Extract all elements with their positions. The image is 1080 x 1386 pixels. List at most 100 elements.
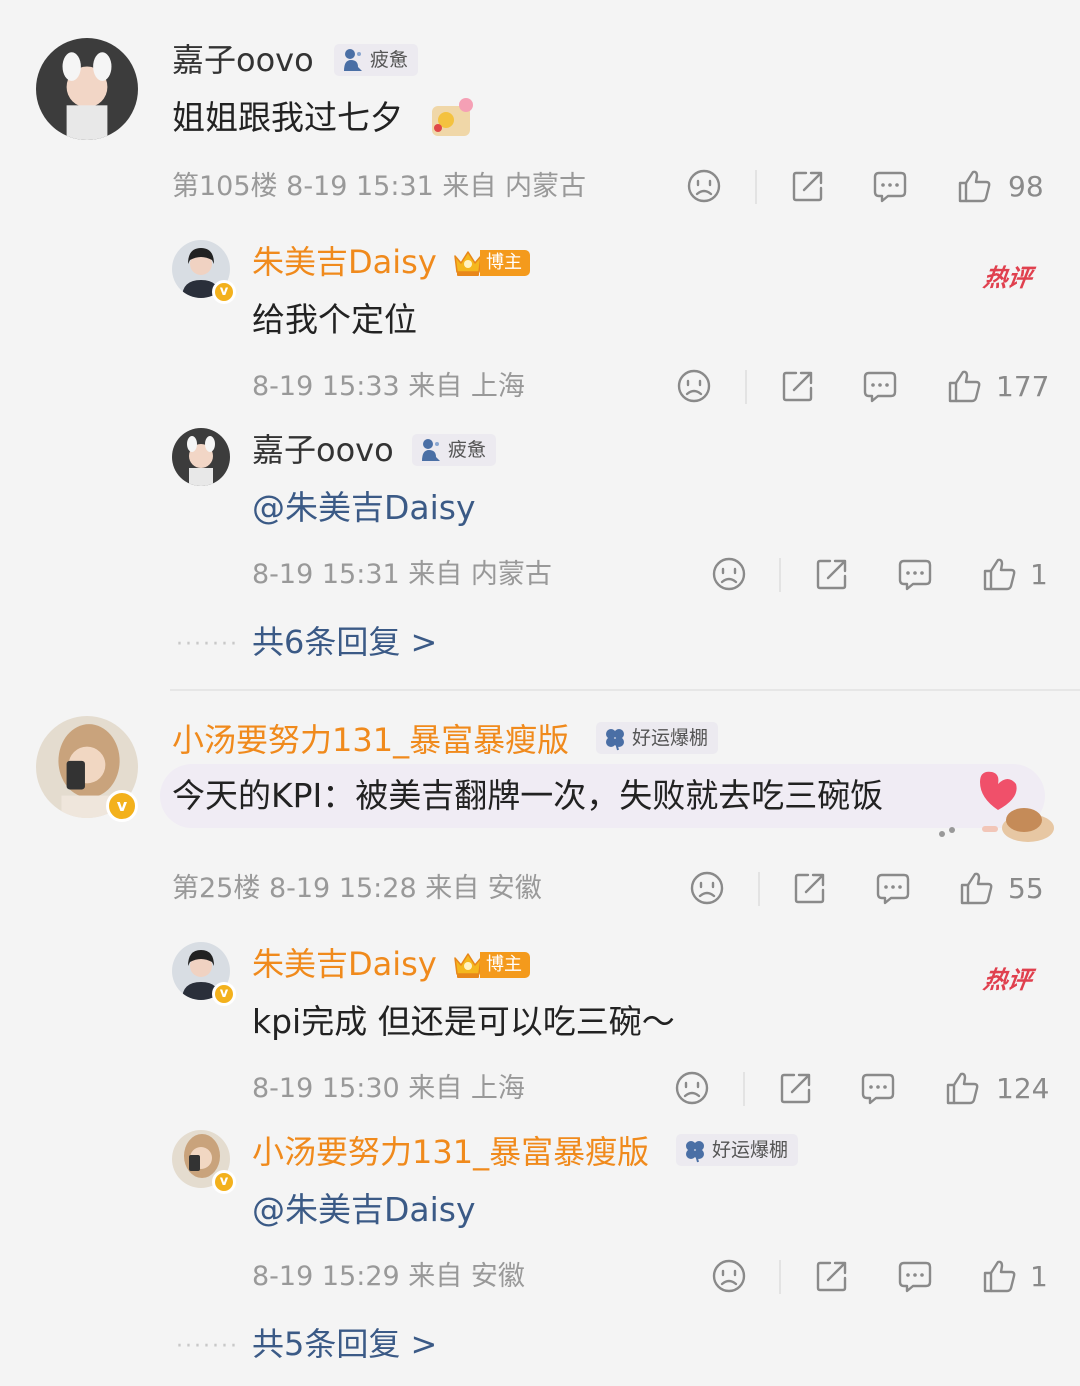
comment-text-content: 姐姐跟我过七夕	[172, 98, 403, 137]
more-replies-link[interactable]: 共5条回复 >	[252, 1324, 437, 1364]
share-icon	[780, 368, 816, 404]
blogger-badge: 博主	[452, 950, 530, 980]
share-button[interactable]	[814, 1258, 850, 1294]
reply-button[interactable]	[897, 556, 933, 592]
dislike-button[interactable]	[689, 870, 725, 906]
mention-link[interactable]: @朱美吉Daisy	[252, 1188, 476, 1232]
timestamp-location: 8-19 15:30 来自 上海	[252, 1073, 525, 1104]
like-count: 1	[1030, 558, 1048, 591]
reply-button[interactable]	[897, 1258, 933, 1294]
comment-text: 姐姐跟我过七夕	[172, 96, 403, 140]
comment-text: kpi完成 但还是可以吃三碗～	[252, 1002, 675, 1041]
like-button[interactable]	[958, 870, 994, 906]
share-icon	[778, 1070, 814, 1106]
like-count: 98	[1008, 170, 1044, 203]
username[interactable]: 嘉子oovo	[172, 40, 314, 80]
dislike-button[interactable]	[674, 1070, 710, 1106]
username[interactable]: 小汤要努力131_暴富暴瘦版	[252, 1132, 649, 1172]
share-button[interactable]	[792, 870, 828, 906]
user-tag-label: 疲惫	[448, 439, 487, 461]
hot-comment-badge: 热评	[981, 966, 1034, 994]
reply-button[interactable]	[862, 368, 898, 404]
comment-icon	[875, 870, 911, 906]
username[interactable]: 朱美吉Daisy	[252, 944, 437, 984]
blogger-badge-label: 博主	[480, 250, 530, 276]
sad-face-icon	[711, 1258, 747, 1294]
share-button[interactable]	[790, 168, 826, 204]
share-icon	[814, 1258, 850, 1294]
sad-face-icon	[676, 368, 712, 404]
like-button[interactable]	[981, 556, 1017, 592]
user-tag-label: 好运爆棚	[632, 727, 709, 749]
thumbs-up-icon	[944, 1070, 980, 1106]
user-tag: 好运爆棚	[676, 1134, 799, 1166]
dislike-button[interactable]	[711, 556, 747, 592]
user-tag: 疲惫	[334, 44, 419, 76]
like-count: 177	[996, 370, 1050, 403]
avatar[interactable]	[172, 428, 230, 486]
action-separator	[745, 370, 747, 404]
share-button[interactable]	[778, 1070, 814, 1106]
blogger-badge: 博主	[452, 248, 530, 278]
username[interactable]: 嘉子oovo	[252, 430, 394, 470]
more-replies-link[interactable]: 共6条回复 >	[252, 622, 437, 662]
comment-icon	[897, 556, 933, 592]
timestamp-location: 8-19 15:31 来自 内蒙古	[286, 171, 586, 202]
floor-number: 第25楼	[172, 873, 261, 904]
clover-icon	[602, 725, 628, 751]
verified-badge-icon: v	[212, 1170, 236, 1194]
thumbs-up-icon	[981, 1258, 1017, 1294]
dislike-button[interactable]	[686, 168, 722, 204]
share-icon	[790, 168, 826, 204]
share-icon	[814, 556, 850, 592]
thumbs-up-icon	[946, 368, 982, 404]
like-count: 124	[996, 1072, 1050, 1105]
username[interactable]: 朱美吉Daisy	[252, 242, 437, 282]
comment-meta: 第105楼 8-19 15:31 来自 内蒙古	[172, 170, 586, 204]
reply-button[interactable]	[860, 1070, 896, 1106]
sad-face-icon	[686, 168, 722, 204]
comment-icon	[872, 168, 908, 204]
verified-badge-icon: v	[212, 280, 236, 304]
comment-meta: 第25楼 8-19 15:28 来自 安徽	[172, 872, 542, 906]
action-separator	[743, 1072, 745, 1106]
comment-icon	[897, 1258, 933, 1294]
more-dots: ·······	[176, 1334, 239, 1359]
like-button[interactable]	[946, 368, 982, 404]
timestamp-location: 8-19 15:28 来自 安徽	[268, 873, 542, 904]
share-button[interactable]	[814, 556, 850, 592]
verified-badge-icon: v	[106, 790, 138, 822]
like-count: 55	[1008, 872, 1044, 905]
dislike-button[interactable]	[711, 1258, 747, 1294]
blogger-badge-label: 博主	[480, 952, 530, 978]
user-tag-label: 好运爆棚	[712, 1139, 789, 1161]
like-button[interactable]	[944, 1070, 980, 1106]
reply-button[interactable]	[875, 870, 911, 906]
sad-face-icon	[711, 556, 747, 592]
share-icon	[792, 870, 828, 906]
dislike-button[interactable]	[676, 368, 712, 404]
thumbs-up-icon	[956, 168, 992, 204]
sticker-emoji	[428, 96, 476, 140]
action-separator	[758, 872, 760, 906]
mention-link[interactable]: @朱美吉Daisy	[252, 486, 476, 530]
avatar[interactable]	[36, 38, 138, 140]
like-button[interactable]	[981, 1258, 1017, 1294]
action-separator	[755, 170, 757, 204]
comment-icon	[862, 368, 898, 404]
timestamp-location: 8-19 15:29 来自 安徽	[252, 1261, 525, 1292]
thumbs-up-icon	[958, 870, 994, 906]
clover-icon	[682, 1137, 708, 1163]
comment-text: 给我个定位	[252, 300, 417, 339]
like-button[interactable]	[956, 168, 992, 204]
sad-face-icon	[674, 1070, 710, 1106]
user-tag: 疲惫	[412, 434, 497, 466]
username[interactable]: 小汤要努力131_暴富暴瘦版	[172, 720, 569, 760]
tired-icon	[340, 47, 366, 73]
timestamp-location: 8-19 15:31 来自 内蒙古	[252, 559, 552, 590]
reply-button[interactable]	[872, 168, 908, 204]
sad-face-icon	[689, 870, 725, 906]
comment-text: 今天的KPI：被美吉翻牌一次，失败就去吃三碗饭	[172, 776, 884, 815]
user-tag: 好运爆棚	[596, 722, 719, 754]
share-button[interactable]	[780, 368, 816, 404]
